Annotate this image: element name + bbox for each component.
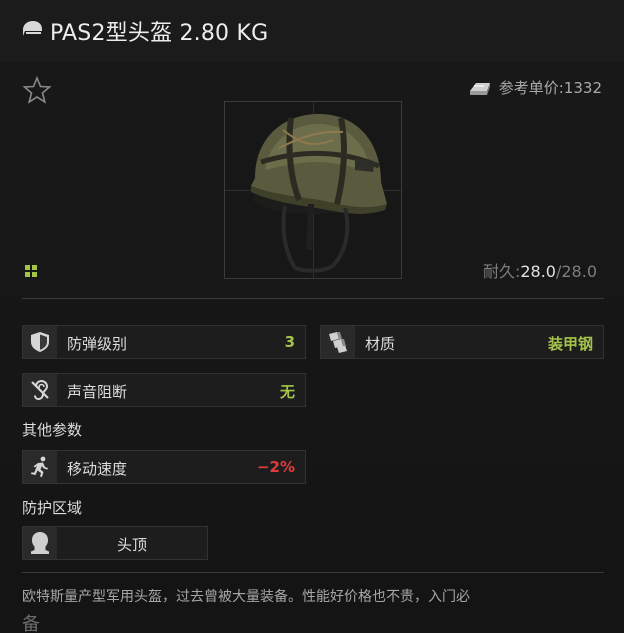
divider bbox=[22, 572, 604, 573]
price-label: 参考单价:1332 bbox=[498, 79, 602, 97]
running-man-icon bbox=[31, 456, 48, 477]
star-outline-icon[interactable] bbox=[22, 75, 52, 105]
material-value: 装甲钢 bbox=[547, 335, 593, 353]
head-silhouette-icon bbox=[31, 532, 49, 554]
sound-block-label: 声音阻断 bbox=[67, 383, 128, 401]
item-inspect-panel: PAS2型头盔 2.80 KG 参考单价:1332 耐久:28.0/28.0 防… bbox=[0, 0, 624, 633]
item-description-continued: 备 bbox=[22, 614, 40, 633]
durability-current: 28.0 bbox=[520, 262, 556, 281]
armor-plates-icon bbox=[329, 332, 347, 353]
divider bbox=[22, 298, 604, 299]
reference-price: 参考单价:1332 bbox=[467, 77, 602, 98]
grid-icon[interactable] bbox=[24, 264, 38, 278]
stat-armor-class: 防弹级别 3 bbox=[22, 325, 306, 359]
other-params-heading: 其他参数 bbox=[22, 421, 83, 439]
durability-max: /28.0 bbox=[555, 262, 597, 281]
material-label: 材质 bbox=[365, 335, 396, 353]
stat-material: 材质 装甲钢 bbox=[320, 325, 604, 359]
durability-label: 耐久: bbox=[482, 262, 521, 281]
sound-block-value: 无 bbox=[279, 383, 295, 401]
helmet-chat-icon bbox=[23, 21, 42, 36]
protection-zone-label: 头顶 bbox=[116, 536, 147, 554]
helmet-image bbox=[251, 114, 387, 273]
item-title: PAS2型头盔 2.80 KG bbox=[50, 21, 269, 46]
protection-zone-top: 头顶 bbox=[22, 526, 208, 560]
shield-icon bbox=[31, 332, 49, 352]
protection-heading: 防护区域 bbox=[22, 499, 83, 517]
stat-sound-block: 声音阻断 无 bbox=[22, 373, 306, 407]
title-bar: PAS2型头盔 2.80 KG bbox=[0, 0, 624, 62]
bullion-icon bbox=[469, 82, 490, 95]
move-speed-value: −2% bbox=[256, 458, 295, 476]
item-image-frame bbox=[224, 101, 402, 279]
move-speed-label: 移动速度 bbox=[67, 460, 128, 478]
durability: 耐久:28.0/28.0 bbox=[483, 258, 597, 282]
armor-class-label: 防弹级别 bbox=[67, 335, 128, 353]
stat-move-speed: 移动速度 −2% bbox=[22, 450, 306, 484]
armor-class-value: 3 bbox=[284, 333, 295, 351]
item-description: 欧特斯量产型军用头盔，过去曾被大量装备。性能好价格也不贵，入门必 bbox=[22, 589, 470, 605]
ear-mute-icon bbox=[31, 379, 49, 401]
